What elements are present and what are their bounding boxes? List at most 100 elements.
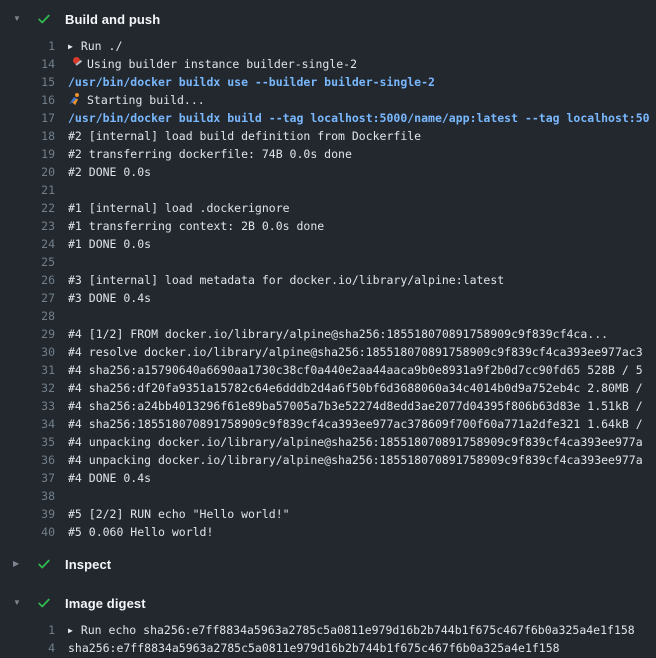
- log-line[interactable]: 30 #4 resolve docker.io/library/alpine@s…: [0, 343, 656, 361]
- line-number: 27: [0, 289, 55, 307]
- success-check-icon: [36, 595, 52, 611]
- line-number: 28: [0, 307, 55, 325]
- log-text: #5 0.060 Hello world!: [68, 525, 213, 539]
- pushpin-icon: [68, 57, 82, 69]
- log-line-content: #4 resolve docker.io/library/alpine@sha2…: [68, 343, 656, 361]
- log-line[interactable]: 27 #3 DONE 0.4s: [0, 289, 656, 307]
- line-number: 21: [0, 181, 55, 199]
- line-number: 1: [0, 621, 55, 639]
- line-number: 25: [0, 253, 55, 271]
- log-line-content: #1 [internal] load .dockerignore: [68, 199, 656, 217]
- log-line-content: #4 unpacking docker.io/library/alpine@sh…: [68, 451, 656, 469]
- log-text: Run echo sha256:e7ff8834a5963a2785c5a081…: [81, 623, 635, 637]
- log-line-content: #3 DONE 0.4s: [68, 289, 656, 307]
- log-line[interactable]: 1 ▶Run ./: [0, 37, 656, 55]
- log-line[interactable]: 4 sha256:e7ff8834a5963a2785c5a0811e979d1…: [0, 639, 656, 657]
- log-line-content: #1 transferring context: 2B 0.0s done: [68, 217, 656, 235]
- log-line-content: #2 DONE 0.0s: [68, 163, 656, 181]
- log-line[interactable]: 1 ▶ Run echo sha256:e7ff8834a5963a2785c5a…: [0, 621, 656, 639]
- line-number: 33: [0, 397, 55, 415]
- line-number: 22: [0, 199, 55, 217]
- success-check-icon: [36, 11, 52, 27]
- line-number: 17: [0, 109, 55, 127]
- log-line[interactable]: 26 #3 [internal] load metadata for docke…: [0, 271, 656, 289]
- log-line[interactable]: 37 #4 DONE 0.4s: [0, 469, 656, 487]
- line-number: 38: [0, 487, 55, 505]
- line-number: 23: [0, 217, 55, 235]
- log-line[interactable]: 16 Starting build...: [0, 91, 656, 109]
- log-line-content: sha256:e7ff8834a5963a2785c5a0811e979d16b…: [68, 639, 656, 657]
- section-expander-icon[interactable]: ▼: [13, 598, 27, 608]
- log-section: ▼ Build and push 1 ▶Run ./ 14 Using buil…: [0, 2, 656, 547]
- line-number: 37: [0, 469, 55, 487]
- log-text: #4 sha256:185518070891758909c9f839cf4ca3…: [68, 417, 643, 431]
- log-line[interactable]: 14 Using builder instance builder-single…: [0, 55, 656, 73]
- log-line[interactable]: 38: [0, 487, 656, 505]
- section-header[interactable]: ▶ Inspect: [0, 547, 656, 580]
- log-line[interactable]: 31 #4 sha256:a15790640a6690aa1730c38cf0a…: [0, 361, 656, 379]
- section-expander-icon[interactable]: ▼: [13, 14, 27, 24]
- log-text: /usr/bin/docker buildx use --builder bui…: [68, 75, 435, 89]
- section-lines: 1 ▶ Run echo sha256:e7ff8834a5963a2785c5a…: [0, 619, 656, 657]
- log-text: #3 [internal] load metadata for docker.i…: [68, 273, 504, 287]
- line-number: 16: [0, 91, 55, 109]
- log-line-content: #2 transferring dockerfile: 74B 0.0s don…: [68, 145, 656, 163]
- log-line[interactable]: 24 #1 DONE 0.0s: [0, 235, 656, 253]
- log-text: #4 sha256:a24bb4013296f61e89ba57005a7b3e…: [68, 399, 643, 413]
- line-number: 26: [0, 271, 55, 289]
- log-line-content: #1 DONE 0.0s: [68, 235, 656, 253]
- line-number: 14: [0, 55, 55, 73]
- log-text: #4 unpacking docker.io/library/alpine@sh…: [68, 453, 643, 467]
- line-number: 35: [0, 433, 55, 451]
- section-header[interactable]: ▼ Build and push: [0, 2, 656, 35]
- log-line[interactable]: 19 #2 transferring dockerfile: 74B 0.0s …: [0, 145, 656, 163]
- section-title: Build and push: [65, 12, 160, 27]
- log-text: #4 DONE 0.4s: [68, 471, 151, 485]
- success-check-icon: [36, 556, 52, 572]
- actions-log-viewer: ▼ Build and push 1 ▶Run ./ 14 Using buil…: [0, 0, 656, 658]
- log-line[interactable]: 33 #4 sha256:a24bb4013296f61e89ba57005a7…: [0, 397, 656, 415]
- log-line[interactable]: 21: [0, 181, 656, 199]
- line-number: 32: [0, 379, 55, 397]
- log-sections-container: ▼ Build and push 1 ▶Run ./ 14 Using buil…: [0, 2, 656, 658]
- run-expander-icon[interactable]: ▶: [68, 622, 73, 640]
- log-text: sha256:e7ff8834a5963a2785c5a0811e979d16b…: [68, 641, 560, 655]
- section-expander-icon[interactable]: ▶: [13, 559, 27, 569]
- log-line[interactable]: 40 #5 0.060 Hello world!: [0, 523, 656, 541]
- log-text: #4 unpacking docker.io/library/alpine@sh…: [68, 435, 643, 449]
- log-line[interactable]: 35 #4 unpacking docker.io/library/alpine…: [0, 433, 656, 451]
- log-line-content: #5 [2/2] RUN echo "Hello world!": [68, 505, 656, 523]
- log-line[interactable]: 22 #1 [internal] load .dockerignore: [0, 199, 656, 217]
- section-lines: 1 ▶Run ./ 14 Using builder instance buil…: [0, 35, 656, 541]
- log-line[interactable]: 18 #2 [internal] load build definition f…: [0, 127, 656, 145]
- log-line[interactable]: 23 #1 transferring context: 2B 0.0s done: [0, 217, 656, 235]
- run-expander-icon[interactable]: ▶: [68, 38, 73, 56]
- log-line[interactable]: 17 /usr/bin/docker buildx build --tag lo…: [0, 109, 656, 127]
- log-section: ▶ Inspect: [0, 547, 656, 586]
- log-line-content: #4 unpacking docker.io/library/alpine@sh…: [68, 433, 656, 451]
- section-header[interactable]: ▼ Image digest: [0, 586, 656, 619]
- log-line-content: #4 sha256:185518070891758909c9f839cf4ca3…: [68, 415, 656, 433]
- log-line[interactable]: 34 #4 sha256:185518070891758909c9f839cf4…: [0, 415, 656, 433]
- log-line-content: ▶ Run echo sha256:e7ff8834a5963a2785c5a08…: [68, 621, 656, 640]
- log-line[interactable]: 25: [0, 253, 656, 271]
- log-line-content: /usr/bin/docker buildx build --tag local…: [68, 109, 656, 127]
- line-number: 1: [0, 37, 55, 55]
- log-line[interactable]: 28: [0, 307, 656, 325]
- log-line[interactable]: 29 #4 [1/2] FROM docker.io/library/alpin…: [0, 325, 656, 343]
- log-text: #4 [1/2] FROM docker.io/library/alpine@s…: [68, 327, 608, 341]
- log-line-content: #3 [internal] load metadata for docker.i…: [68, 271, 656, 289]
- line-number: 36: [0, 451, 55, 469]
- log-line[interactable]: 20 #2 DONE 0.0s: [0, 163, 656, 181]
- log-line-content: #4 [1/2] FROM docker.io/library/alpine@s…: [68, 325, 656, 343]
- log-text: Using builder instance builder-single-2: [87, 57, 357, 71]
- line-number: 18: [0, 127, 55, 145]
- line-number: 39: [0, 505, 55, 523]
- log-text: #3 DONE 0.4s: [68, 291, 151, 305]
- log-line[interactable]: 15 /usr/bin/docker buildx use --builder …: [0, 73, 656, 91]
- log-line[interactable]: 39 #5 [2/2] RUN echo "Hello world!": [0, 505, 656, 523]
- log-line[interactable]: 36 #4 unpacking docker.io/library/alpine…: [0, 451, 656, 469]
- line-number: 40: [0, 523, 55, 541]
- section-title: Inspect: [65, 557, 111, 572]
- log-line[interactable]: 32 #4 sha256:df20fa9351a15782c64e6dddb2d…: [0, 379, 656, 397]
